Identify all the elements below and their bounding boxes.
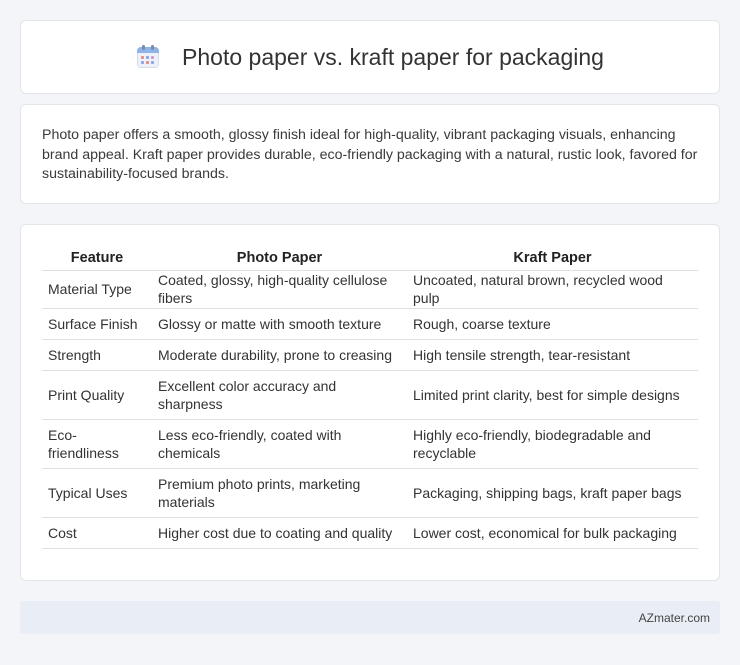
page-title: Photo paper vs. kraft paper for packagin… (182, 43, 604, 70)
cell-feature: Strength (42, 338, 152, 370)
cell-photo-paper: Less eco-friendly, coated with chemicals (152, 418, 407, 468)
cell-photo-paper: Higher cost due to coating and quality (152, 516, 407, 549)
cell-photo-paper: Coated, glossy, high-quality cellulose f… (152, 269, 407, 308)
cell-kraft-paper: Highly eco-friendly, biodegradable and r… (407, 418, 698, 468)
footer-bar: AZmater.com (20, 601, 720, 634)
table-header-row: Feature Photo Paper Kraft Paper (42, 246, 698, 270)
cell-photo-paper: Excellent color accuracy and sharpness (152, 369, 407, 419)
cell-feature: Surface Finish (42, 307, 152, 339)
cell-feature: Typical Uses (42, 467, 152, 517)
table-row: Cost Higher cost due to coating and qual… (42, 516, 698, 549)
calendar-icon (136, 45, 160, 69)
summary-card: Photo paper offers a smooth, glossy fini… (20, 104, 720, 204)
summary-text: Photo paper offers a smooth, glossy fini… (42, 127, 698, 182)
header-feature: Feature (70, 249, 124, 266)
cell-photo-paper: Glossy or matte with smooth texture (152, 307, 407, 339)
table-row: Print Quality Excellent color accuracy a… (42, 369, 698, 419)
cell-feature: Print Quality (42, 369, 152, 419)
table-row: Eco-friendliness Less eco-friendly, coat… (42, 418, 698, 468)
cell-photo-paper: Moderate durability, prone to creasing (152, 338, 407, 370)
table-row: Strength Moderate durability, prone to c… (42, 338, 698, 370)
header-photo-paper: Photo Paper (236, 249, 323, 266)
cell-feature: Eco-friendliness (42, 418, 152, 468)
title-wrap: Photo paper vs. kraft paper for packagin… (136, 44, 604, 71)
comparison-card: Feature Photo Paper Kraft Paper Material… (20, 224, 720, 581)
cell-kraft-paper: Limited print clarity, best for simple d… (407, 369, 698, 419)
title-card: Photo paper vs. kraft paper for packagin… (20, 20, 720, 94)
footer-brand: AZmater.com (638, 610, 710, 625)
header-kraft-paper: Kraft Paper (513, 249, 592, 266)
table-row: Surface Finish Glossy or matte with smoo… (42, 307, 698, 339)
cell-kraft-paper: Rough, coarse texture (407, 307, 698, 339)
cell-photo-paper: Premium photo prints, marketing material… (152, 467, 407, 517)
table-row: Typical Uses Premium photo prints, marke… (42, 467, 698, 517)
cell-kraft-paper: High tensile strength, tear-resistant (407, 338, 698, 370)
cell-kraft-paper: Uncoated, natural brown, recycled wood p… (407, 269, 698, 308)
cell-kraft-paper: Lower cost, economical for bulk packagin… (407, 516, 698, 549)
cell-kraft-paper: Packaging, shipping bags, kraft paper ba… (407, 467, 698, 517)
table-row: Material Type Coated, glossy, high-quali… (42, 269, 698, 308)
cell-feature: Cost (42, 516, 152, 549)
comparison-table: Feature Photo Paper Kraft Paper Material… (42, 246, 698, 549)
cell-feature: Material Type (42, 269, 152, 308)
